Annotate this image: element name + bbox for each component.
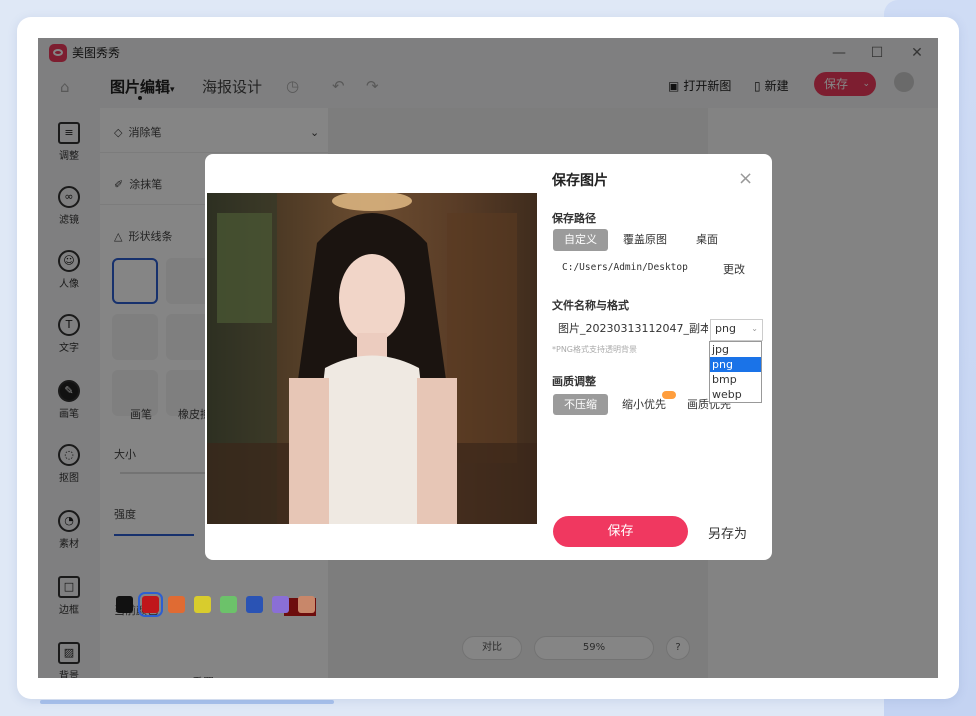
new-badge [662,391,676,399]
dialog-title: 保存图片 [552,173,608,189]
save-path-value: C:/Users/Admin/Desktop [562,262,688,273]
color-swatch[interactable] [194,596,211,613]
color-swatch[interactable] [138,592,163,617]
save-button[interactable]: 保存 [553,516,688,547]
save-as-button[interactable]: 另存为 [708,523,747,542]
format-option-bmp[interactable]: bmp [710,372,761,387]
format-option-png[interactable]: png [710,357,761,372]
path-option-overwrite[interactable]: 覆盖原图 [615,229,675,251]
background-decoration-bar [40,700,334,704]
chevron-down-icon: ⌄ [751,324,758,333]
png-hint: *PNG格式支持透明背景 [552,345,638,354]
format-select[interactable]: png ⌄ [710,319,763,341]
color-swatch[interactable] [168,596,185,613]
change-path-button[interactable]: 更改 [723,261,745,277]
color-swatch[interactable] [298,596,315,613]
format-option-jpg[interactable]: jpg [710,342,761,357]
quality-option-none[interactable]: 不压缩 [553,394,608,415]
portrait-photo [207,193,537,524]
color-swatch[interactable] [246,596,263,613]
path-option-desktop[interactable]: 桌面 [685,229,729,251]
quality-label: 画质调整 [552,375,596,388]
color-swatch[interactable] [272,596,289,613]
filename-input[interactable]: 图片_20230313112047_副本 [552,316,708,342]
format-dropdown-list: jpg png bmp webp [709,341,762,403]
color-swatch[interactable] [116,596,133,613]
filename-label: 文件名称与格式 [552,299,629,312]
save-path-label: 保存路径 [552,212,596,225]
path-option-custom[interactable]: 自定义 [553,229,608,251]
format-select-value: png [715,322,736,335]
close-icon[interactable]: × [738,168,753,189]
format-option-webp[interactable]: webp [710,387,761,402]
save-image-dialog: 保存图片 × 保存路径 自定义 覆盖原图 桌面 C:/Users/Admin/D… [205,154,772,560]
color-swatch[interactable] [220,596,237,613]
image-preview [207,193,537,524]
